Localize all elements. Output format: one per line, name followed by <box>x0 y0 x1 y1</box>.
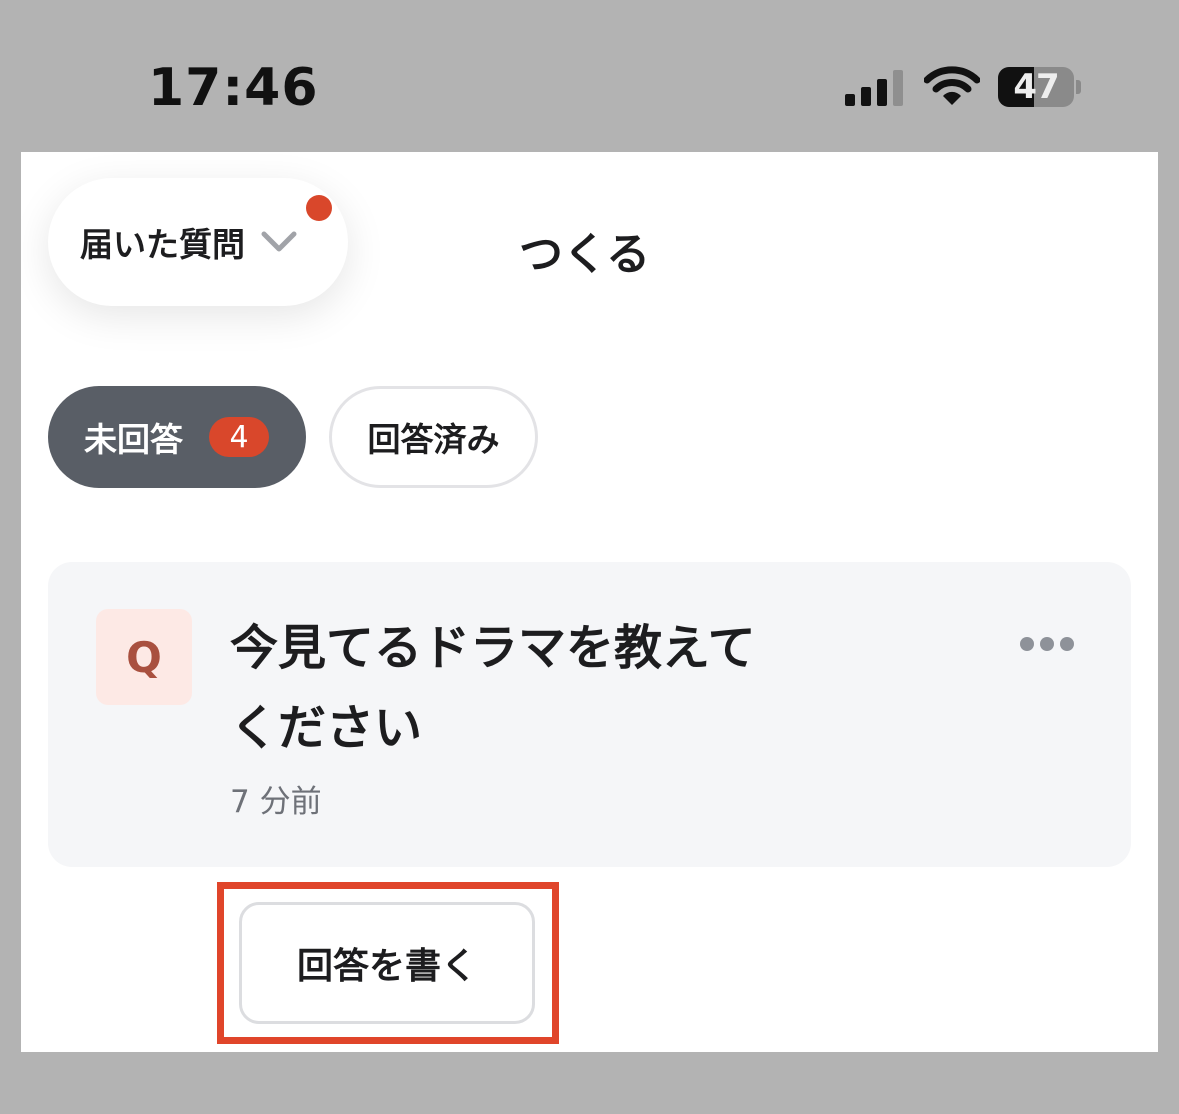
create-tab[interactable]: つくる <box>519 218 650 282</box>
question-text: 今見てるドラマを教えて ください <box>230 608 820 768</box>
battery-percent: 47 <box>1013 67 1059 107</box>
battery-icon: 47 <box>998 67 1074 107</box>
cellular-signal-icon <box>845 70 903 106</box>
app-panel: 届いた質問 つくる 未回答 4 回答済み Q 今見てるドラマを教えて ください … <box>21 152 1158 1052</box>
chevron-down-icon <box>261 231 297 252</box>
question-timestamp: 7 分前 <box>230 784 322 820</box>
battery-tip <box>1076 80 1081 94</box>
tab-answered[interactable]: 回答済み <box>329 386 538 488</box>
more-horizontal-icon[interactable] <box>1020 636 1074 652</box>
wifi-icon <box>924 66 980 105</box>
status-time: 17:46 <box>148 58 319 118</box>
question-card[interactable]: Q 今見てるドラマを教えて ください 7 分前 <box>48 562 1131 867</box>
write-answer-label: 回答を書く <box>296 946 477 987</box>
tab-unanswered-label: 未回答 <box>84 420 183 459</box>
notification-dot <box>306 195 332 221</box>
question-badge: Q <box>96 609 192 705</box>
tab-unanswered[interactable]: 未回答 4 <box>48 386 306 488</box>
question-text-line2: ください <box>230 700 423 756</box>
question-type-dropdown[interactable]: 届いた質問 <box>48 178 348 306</box>
unanswered-count-badge: 4 <box>209 417 269 457</box>
question-text-line1: 今見てるドラマを教えて <box>230 620 756 676</box>
screen: 17:46 47 届いた質問 つくる 未回答 4 回答済み Q 今見てるドラマを… <box>0 0 1179 1114</box>
more-dot <box>1060 637 1074 651</box>
tab-answered-label: 回答済み <box>367 420 500 459</box>
write-answer-button[interactable]: 回答を書く <box>239 902 535 1024</box>
dropdown-label: 届いた質問 <box>80 225 245 264</box>
more-dot <box>1040 637 1054 651</box>
more-dot <box>1020 637 1034 651</box>
